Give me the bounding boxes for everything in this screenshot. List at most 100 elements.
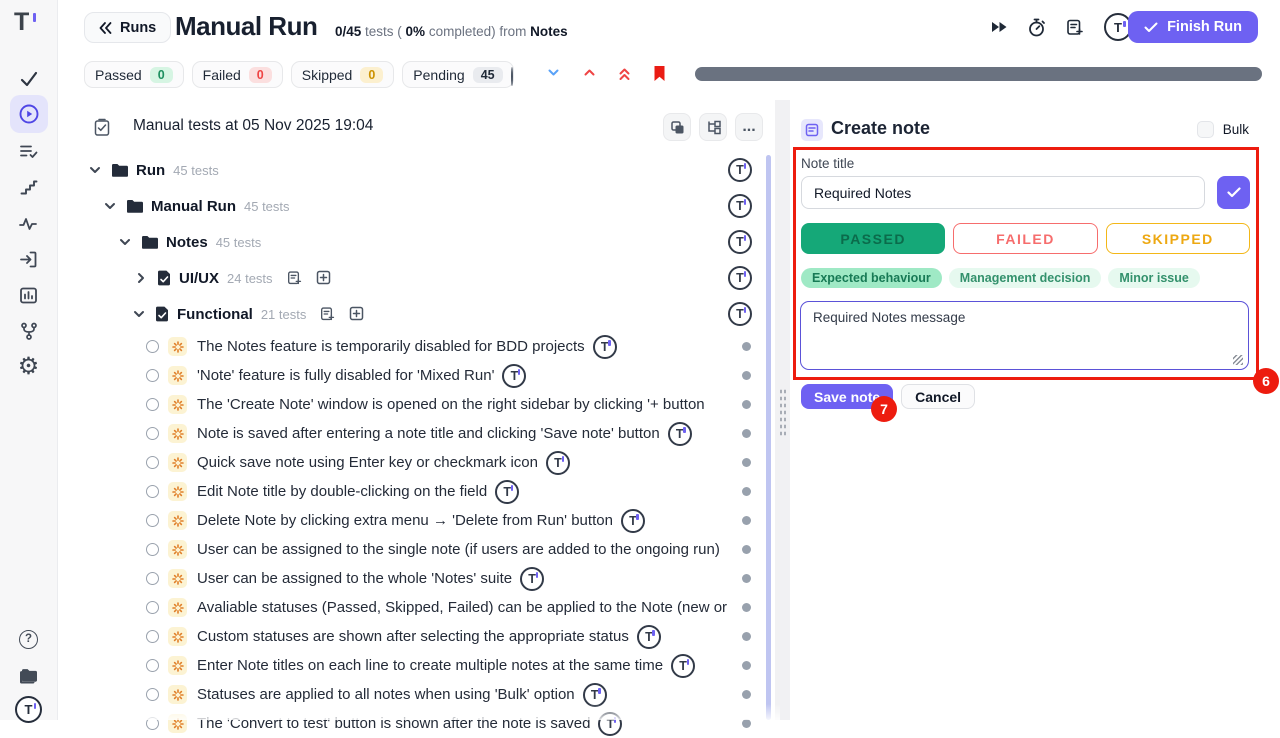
- open-in-testomat-badge[interactable]: T: [598, 712, 622, 736]
- failed-status-button[interactable]: FAILED: [953, 223, 1097, 254]
- tag-expected-behaviour[interactable]: Expected behaviour: [801, 268, 942, 288]
- tree-folder-notes[interactable]: Notes 45 tests T: [84, 224, 765, 260]
- test-row[interactable]: Custom statuses are shown after selectin…: [84, 622, 765, 651]
- import-nav-icon[interactable]: [10, 242, 48, 276]
- finish-run-button[interactable]: Finish Run: [1128, 11, 1258, 43]
- filter-skipped[interactable]: Skipped0: [291, 61, 395, 88]
- test-status-circle[interactable]: [146, 369, 159, 382]
- open-in-testomat-badge[interactable]: T: [621, 509, 645, 533]
- skipped-status-button[interactable]: SKIPPED: [1106, 223, 1250, 254]
- test-status-circle[interactable]: [146, 456, 159, 469]
- note-add-icon[interactable]: [287, 270, 303, 286]
- test-status-circle[interactable]: [146, 601, 159, 614]
- add-note-button[interactable]: [1066, 18, 1085, 37]
- tree-suite-uiux[interactable]: UI/UX 24 tests T: [84, 260, 765, 296]
- test-row[interactable]: Enter Note titles on each line to create…: [84, 651, 765, 680]
- test-status-circle[interactable]: [146, 514, 159, 527]
- test-status-dot[interactable]: [742, 661, 751, 670]
- open-in-testomat-badge[interactable]: T: [520, 567, 544, 591]
- test-status-circle[interactable]: [146, 340, 159, 353]
- chevron-down-icon[interactable]: [118, 236, 132, 248]
- bulk-toggle[interactable]: Bulk: [1197, 121, 1249, 138]
- chevron-down-icon[interactable]: [88, 164, 102, 176]
- test-status-dot[interactable]: [742, 690, 751, 699]
- open-in-testomat-badge[interactable]: T: [495, 480, 519, 504]
- reports-nav-icon[interactable]: [10, 278, 48, 312]
- test-status-dot[interactable]: [742, 400, 751, 409]
- test-row[interactable]: Note is saved after entering a note titl…: [84, 419, 765, 448]
- test-row[interactable]: The 'Convert to test' button is shown af…: [84, 709, 765, 738]
- test-status-dot[interactable]: [742, 342, 751, 351]
- tree-suite-functional[interactable]: Functional 21 tests T: [84, 296, 765, 332]
- test-status-dot[interactable]: [742, 603, 751, 612]
- plus-square-icon[interactable]: [349, 306, 364, 321]
- fast-forward-button[interactable]: [990, 20, 1008, 34]
- test-row[interactable]: Avaliable statuses (Passed, Skipped, Fai…: [84, 593, 765, 622]
- open-in-testomat-badge[interactable]: T: [593, 335, 617, 359]
- branches-nav-icon[interactable]: [10, 314, 48, 348]
- note-add-icon[interactable]: [320, 306, 336, 322]
- note-message-textarea[interactable]: Required Notes message: [800, 301, 1249, 370]
- open-in-testomat-badge[interactable]: T: [502, 364, 526, 388]
- account-logo-button[interactable]: T: [10, 692, 48, 726]
- scroll-up-button[interactable]: [583, 66, 596, 84]
- test-status-circle[interactable]: [146, 688, 159, 701]
- quick-save-check-button[interactable]: [1217, 176, 1250, 209]
- activity-nav-icon[interactable]: [10, 206, 48, 240]
- chevron-down-icon[interactable]: [103, 200, 117, 212]
- help-button[interactable]: ?: [10, 622, 48, 656]
- test-status-circle[interactable]: [146, 572, 159, 585]
- tag-management-decision[interactable]: Management decision: [949, 268, 1102, 288]
- test-status-circle[interactable]: [146, 485, 159, 498]
- app-logo[interactable]: T: [14, 8, 29, 37]
- test-row[interactable]: 'Note' feature is fully disabled for 'Mi…: [84, 361, 765, 390]
- test-row[interactable]: User can be assigned to the whole 'Notes…: [84, 564, 765, 593]
- open-in-testomat-badge[interactable]: T: [583, 683, 607, 707]
- test-status-dot[interactable]: [742, 487, 751, 496]
- bulk-checkbox[interactable]: [1197, 121, 1214, 138]
- test-row[interactable]: The Notes feature is temporarily disable…: [84, 332, 765, 361]
- open-in-testomat-badge[interactable]: T: [637, 625, 661, 649]
- filter-passed[interactable]: Passed0: [84, 61, 184, 88]
- check-nav-icon[interactable]: [10, 62, 48, 96]
- tree-view-button[interactable]: [699, 113, 727, 141]
- plus-square-icon[interactable]: [316, 270, 331, 285]
- test-status-dot[interactable]: [742, 632, 751, 641]
- open-in-testomat-badge[interactable]: T: [728, 158, 752, 182]
- timer-button[interactable]: [1027, 17, 1047, 38]
- scroll-top-button[interactable]: [618, 66, 631, 87]
- back-to-runs-button[interactable]: Runs: [84, 12, 171, 43]
- open-in-testomat-badge[interactable]: T: [671, 654, 695, 678]
- filter-pending[interactable]: Pending45: [402, 61, 513, 88]
- open-in-testomat-badge[interactable]: T: [546, 451, 570, 475]
- test-status-dot[interactable]: [742, 545, 751, 554]
- bookmark-button[interactable]: [653, 65, 666, 87]
- settings-nav-icon[interactable]: ⚙: [10, 350, 48, 384]
- open-in-testomat-badge[interactable]: T: [728, 266, 752, 290]
- open-in-testomat-badge[interactable]: T: [728, 194, 752, 218]
- open-in-testomat-badge[interactable]: T: [668, 422, 692, 446]
- test-status-circle[interactable]: [146, 659, 159, 672]
- chevron-right-icon[interactable]: [134, 272, 148, 284]
- tree-scrollbar[interactable]: [766, 155, 771, 720]
- runs-nav-icon[interactable]: [10, 95, 48, 133]
- divider-drag-handle[interactable]: [779, 388, 787, 436]
- open-in-testomat-badge[interactable]: T: [728, 230, 752, 254]
- test-status-circle[interactable]: [146, 398, 159, 411]
- tree-folder-manual-run[interactable]: Manual Run 45 tests T: [84, 188, 765, 224]
- copy-tree-button[interactable]: [663, 113, 691, 141]
- test-status-circle[interactable]: [146, 427, 159, 440]
- test-row[interactable]: User can be assigned to the single note …: [84, 535, 765, 564]
- test-row[interactable]: The 'Create Note' window is opened on th…: [84, 390, 765, 419]
- test-status-circle[interactable]: [146, 717, 159, 730]
- more-options-button[interactable]: ...: [735, 113, 763, 141]
- test-status-dot[interactable]: [742, 516, 751, 525]
- test-status-circle[interactable]: [146, 630, 159, 643]
- test-row[interactable]: Delete Note by clicking extra menu → 'De…: [84, 506, 765, 535]
- chevron-down-icon[interactable]: [132, 308, 146, 320]
- open-in-testomat-badge[interactable]: T: [728, 302, 752, 326]
- test-status-dot[interactable]: [742, 574, 751, 583]
- test-row[interactable]: Edit Note title by double-clicking on th…: [84, 477, 765, 506]
- test-row[interactable]: Statuses are applied to all notes when u…: [84, 680, 765, 709]
- test-plans-nav-icon[interactable]: [10, 134, 48, 168]
